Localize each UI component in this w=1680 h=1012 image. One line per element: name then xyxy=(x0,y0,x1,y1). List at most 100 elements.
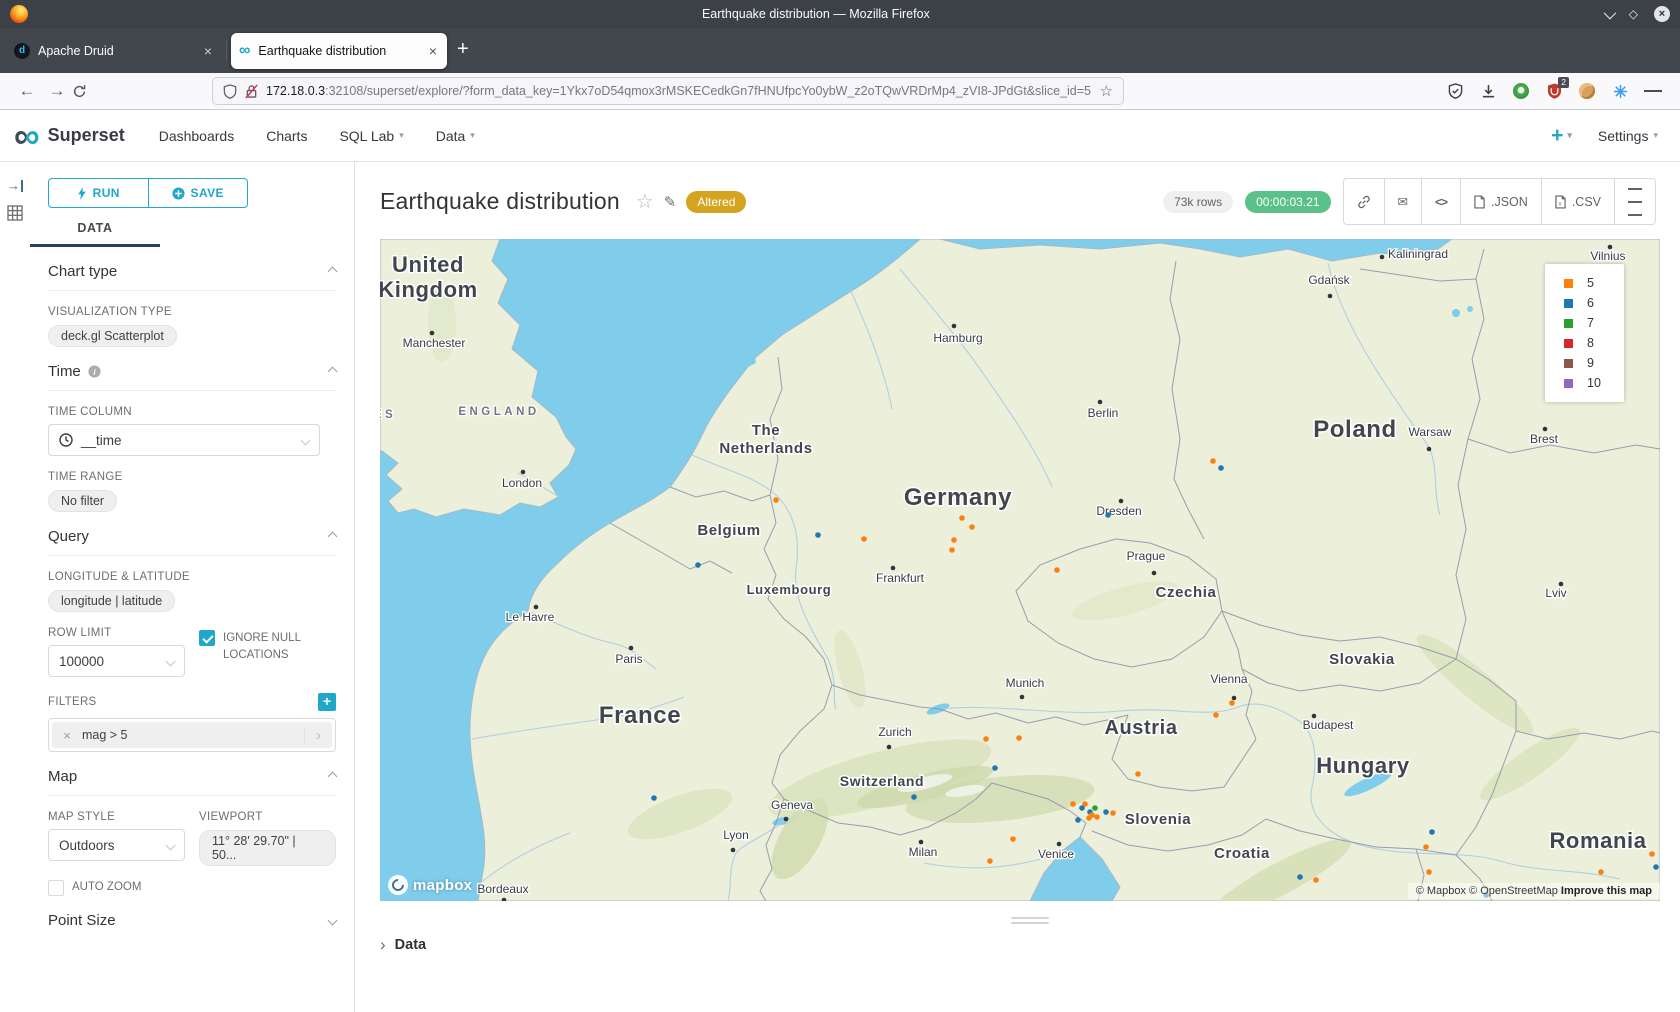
legend-item[interactable]: 7 xyxy=(1564,316,1624,330)
data-collapse-header[interactable]: › Data xyxy=(380,936,1680,953)
map-city-label: Manchester xyxy=(403,336,466,350)
earthquake-point xyxy=(1075,817,1081,823)
embed-code-button[interactable]: <> xyxy=(1422,179,1461,224)
snowflake-extension-icon[interactable] xyxy=(1611,82,1629,100)
downloads-icon[interactable] xyxy=(1479,82,1497,100)
permissions-shield-icon[interactable] xyxy=(223,84,237,99)
copy-link-button[interactable] xyxy=(1344,179,1385,224)
section-chart-type[interactable]: Chart type xyxy=(48,247,336,291)
earthquake-point xyxy=(1297,874,1303,880)
nav-item-sql-lab[interactable]: SQL Lab▾ xyxy=(339,128,403,144)
tab-separator xyxy=(226,41,227,61)
cookie-extension-icon[interactable] xyxy=(1578,82,1596,100)
window-minimize-icon[interactable] xyxy=(1603,6,1616,19)
lonlat-value[interactable]: longitude | latitude xyxy=(48,590,175,612)
dataset-grid-icon[interactable] xyxy=(7,205,23,221)
map-style-select[interactable]: Outdoors xyxy=(48,829,185,861)
add-filter-button[interactable]: + xyxy=(318,693,336,711)
favorite-star-icon[interactable]: ☆ xyxy=(636,189,654,214)
time-range-value[interactable]: No filter xyxy=(48,490,117,512)
pane-drag-handle[interactable] xyxy=(1011,917,1049,924)
legend-item[interactable]: 6 xyxy=(1564,296,1624,310)
earthquake-point xyxy=(959,515,965,521)
expand-filter-icon[interactable]: › xyxy=(304,727,332,744)
new-tab-button[interactable]: + xyxy=(457,38,469,61)
earthquake-point xyxy=(1426,869,1432,875)
email-button[interactable]: ✉ xyxy=(1385,179,1422,224)
ublock-icon[interactable]: 2 xyxy=(1545,82,1563,100)
nav-item-charts[interactable]: Charts xyxy=(266,128,307,144)
legend-swatch xyxy=(1564,339,1573,348)
viewport-value[interactable]: 11° 28' 29.70" | 50... xyxy=(199,830,336,866)
privacy-extension-icon[interactable] xyxy=(1512,82,1530,100)
url-bar[interactable]: 172.18.0.3:32108/superset/explore/?form_… xyxy=(212,77,1124,105)
forward-icon[interactable]: → xyxy=(42,81,72,101)
map-city-label: Prague xyxy=(1127,549,1166,563)
bolt-icon xyxy=(77,187,87,200)
chevron-up-icon xyxy=(328,772,338,782)
account-shield-icon[interactable] xyxy=(1446,82,1464,100)
back-icon[interactable]: ← xyxy=(12,81,42,101)
nav-item-dashboards[interactable]: Dashboards xyxy=(159,128,235,144)
filter-value[interactable]: mag > 5 xyxy=(82,728,304,742)
window-close-icon[interactable]: × xyxy=(1654,6,1670,22)
ignore-null-checkbox[interactable] xyxy=(199,630,215,646)
deckgl-scatter-map[interactable]: UnitedKingdomTheNetherlandsBelgiumGerman… xyxy=(380,239,1660,901)
druid-favicon: d xyxy=(14,43,30,59)
tab-close-icon[interactable]: × xyxy=(427,43,439,59)
row-limit-label: ROW LIMIT xyxy=(48,627,185,639)
reload-icon[interactable] xyxy=(72,84,102,99)
nav-item-data[interactable]: Data▾ xyxy=(436,128,475,144)
remove-filter-icon[interactable]: × xyxy=(52,728,82,743)
tab-earthquake-distribution[interactable]: ∞ Earthquake distribution × xyxy=(231,33,447,69)
earthquake-point xyxy=(1653,864,1659,870)
improve-map-link[interactable]: Improve this map xyxy=(1561,885,1652,897)
menu-icon[interactable] xyxy=(1644,82,1662,100)
legend-swatch xyxy=(1564,379,1573,388)
section-point-size[interactable]: Point Size xyxy=(48,896,336,939)
map-city-dot xyxy=(919,840,924,845)
export-json-button[interactable]: .JSON xyxy=(1461,179,1542,224)
tab-data[interactable]: DATA xyxy=(30,221,160,247)
tab-apache-druid[interactable]: d Apache Druid × xyxy=(6,33,222,69)
insecure-lock-icon[interactable] xyxy=(245,84,258,99)
settings-menu[interactable]: Settings▾ xyxy=(1598,128,1658,144)
bookmark-star-icon[interactable]: ☆ xyxy=(1100,82,1113,100)
export-csv-button[interactable]: x .CSV xyxy=(1542,179,1615,224)
caret-down-icon: ▾ xyxy=(399,130,404,141)
chart-menu-button[interactable] xyxy=(1615,179,1655,224)
row-limit-select[interactable]: 100000 xyxy=(48,645,185,677)
earthquake-point xyxy=(1598,869,1604,875)
legend-item[interactable]: 9 xyxy=(1564,356,1624,370)
section-query[interactable]: Query xyxy=(48,512,336,556)
map-country-label: Croatia xyxy=(1214,845,1270,862)
section-map[interactable]: Map xyxy=(48,752,336,796)
expand-datasource-icon[interactable]: → xyxy=(7,180,23,192)
earthquake-point xyxy=(911,794,917,800)
window-maximize-icon[interactable]: ◇ xyxy=(1629,8,1638,20)
viz-type-value[interactable]: deck.gl Scatterplot xyxy=(48,325,177,347)
filter-chip-container: × mag > 5 › xyxy=(48,718,336,752)
superset-logo-icon[interactable]: ∞ xyxy=(14,121,40,151)
tab-bar: d Apache Druid × ∞ Earthquake distributi… xyxy=(0,28,1680,73)
time-column-select[interactable]: __time xyxy=(48,424,320,456)
firefox-logo-icon xyxy=(10,5,28,23)
new-item-button[interactable]: +▾ xyxy=(1551,124,1572,148)
edit-title-icon[interactable]: ✎ xyxy=(664,193,677,211)
legend-item[interactable]: 8 xyxy=(1564,336,1624,350)
superset-brand[interactable]: Superset xyxy=(48,125,125,146)
viz-type-label: VISUALIZATION TYPE xyxy=(48,306,336,318)
auto-zoom-checkbox[interactable] xyxy=(48,880,64,896)
legend-item[interactable]: 10 xyxy=(1564,376,1624,390)
run-button[interactable]: RUN xyxy=(49,179,148,207)
section-title: Time xyxy=(48,363,81,380)
superset-navbar: ∞ Superset Dashboards Charts SQL Lab▾ Da… xyxy=(0,110,1680,162)
legend-item[interactable]: 5 xyxy=(1564,276,1624,290)
section-time[interactable]: Time i xyxy=(48,347,336,391)
tab-close-icon[interactable]: × xyxy=(202,43,214,59)
map-city-dot xyxy=(731,848,736,853)
map-country-label: Hungary xyxy=(1316,753,1410,778)
mapbox-logo[interactable]: mapbox xyxy=(388,875,472,895)
save-button[interactable]: SAVE xyxy=(148,179,248,207)
plus-circle-icon xyxy=(172,187,185,200)
